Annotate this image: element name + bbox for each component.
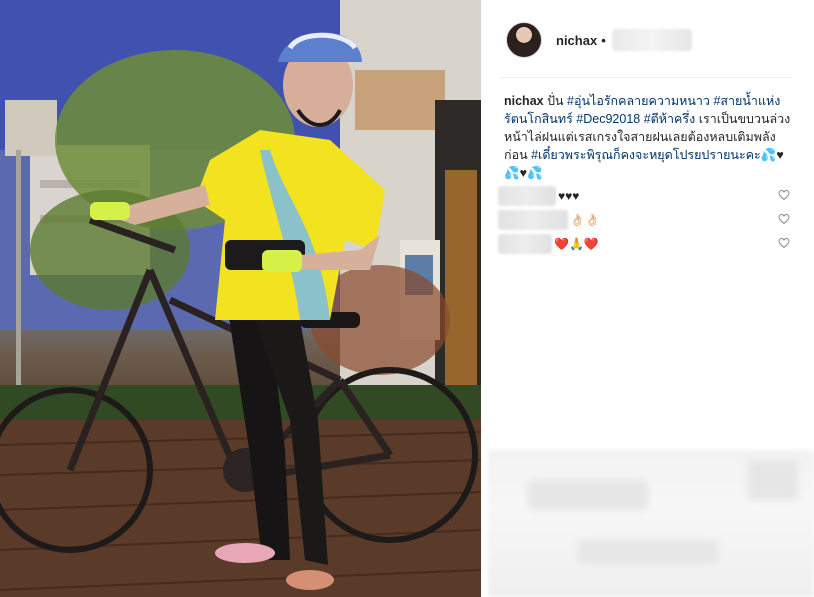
heart-outline-icon[interactable]: [778, 237, 790, 249]
post-photo[interactable]: [0, 0, 481, 597]
post-username[interactable]: nichax: [556, 33, 597, 48]
heart-outline-icon[interactable]: [778, 213, 790, 225]
photo-illustration: [0, 0, 481, 597]
post-header: nichax •: [506, 20, 796, 60]
blurred-footer-area: [488, 450, 814, 597]
blurred-commenter-name[interactable]: [498, 186, 556, 206]
post-caption: nichax ปั่น #อุ่นไอรักคลายความหนาว #สายน…: [504, 92, 798, 182]
comment-text: 👌🏻👌🏻: [570, 213, 600, 227]
instagram-post: nichax • nichax ปั่น #อุ่นไอรักคลายความห…: [0, 0, 814, 597]
post-side-panel: nichax • nichax ปั่น #อุ่นไอรักคลายความห…: [488, 0, 814, 597]
header-separator: •: [601, 32, 606, 48]
header-divider: [500, 77, 792, 78]
comment-item: 👌🏻👌🏻: [498, 208, 798, 232]
hashtag-1[interactable]: #อุ่นไอรักคลายความหนาว: [567, 94, 710, 108]
hashtag-5[interactable]: #เดี๋ยวพระพิรุณก็คงจะหยุดโปรยปรายนะคะ: [531, 148, 761, 162]
comment-item: ♥♥♥: [498, 184, 798, 208]
comment-text: ❤️🙏❤️: [554, 237, 599, 251]
avatar[interactable]: [506, 22, 542, 58]
blurred-commenter-name[interactable]: [498, 210, 568, 230]
comment-list: ♥♥♥ 👌🏻👌🏻 ❤️🙏❤️: [498, 184, 798, 256]
comment-item: ❤️🙏❤️: [498, 232, 798, 256]
hashtag-3[interactable]: #Dec92018: [576, 112, 640, 126]
comment-text: ♥♥♥: [558, 189, 580, 203]
blurred-follow-button[interactable]: [611, 29, 692, 51]
caption-text-1: ปั่น: [543, 94, 568, 108]
blurred-commenter-name[interactable]: [498, 234, 552, 254]
hashtag-4[interactable]: #ตีห้าครึ่ง: [644, 112, 696, 126]
heart-outline-icon[interactable]: [778, 189, 790, 201]
caption-username[interactable]: nichax: [504, 94, 544, 108]
